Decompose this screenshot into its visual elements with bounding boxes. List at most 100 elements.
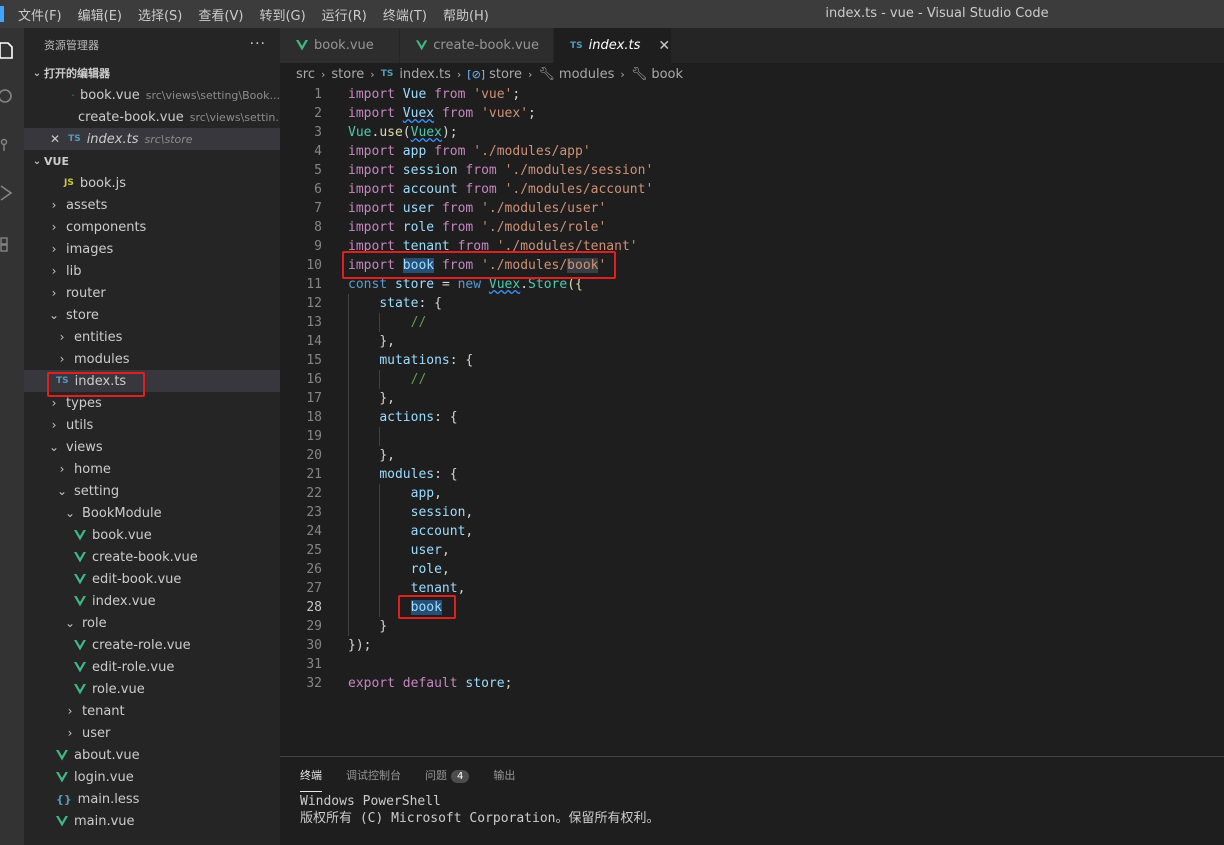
code-token: Store — [528, 277, 568, 292]
code-token: ( — [402, 125, 411, 140]
breadcrumb-item[interactable]: store — [331, 67, 364, 82]
tree-folder-open[interactable]: ⌄ role — [24, 612, 280, 634]
tab-terminal[interactable]: 终端 — [300, 759, 322, 792]
tree-folder[interactable]: › assets — [24, 194, 280, 216]
window-title: index.ts - vue - Visual Studio Code — [825, 6, 1049, 21]
tree-file[interactable]: JS book.js — [24, 172, 280, 194]
tree-file[interactable]: index.vue — [24, 590, 280, 612]
tree-folder[interactable]: › images — [24, 238, 280, 260]
breadcrumb-item[interactable]: store — [489, 67, 522, 82]
code-token: , — [441, 543, 450, 558]
code-line: 6 import account from './modules/account' — [280, 180, 1224, 199]
tab-debug-console[interactable]: 调试控制台 — [346, 759, 401, 791]
workspace-header[interactable]: ⌄ VUE — [24, 150, 280, 172]
tree-file[interactable]: create-book.vue — [24, 546, 280, 568]
chevron-right-icon: › — [51, 220, 57, 234]
tree-label: components — [66, 219, 147, 235]
chevron-right-icon: › — [456, 67, 462, 81]
code-editor[interactable]: 1 import Vue from 'vue'; 2 import Vuex fro… — [280, 85, 1224, 756]
line-number: 25 — [306, 543, 322, 558]
breadcrumb-item[interactable]: src — [296, 67, 315, 82]
explorer-icon[interactable] — [0, 36, 24, 66]
menu-view[interactable]: 查看(V) — [198, 5, 243, 24]
tree-folder[interactable]: › components — [24, 216, 280, 238]
tab-output[interactable]: 输出 — [493, 759, 515, 791]
tree-file[interactable]: login.vue — [24, 766, 280, 788]
tree-folder[interactable]: › modules — [24, 348, 280, 370]
breadcrumb-item[interactable]: book — [651, 67, 683, 82]
run-debug-icon[interactable] — [0, 178, 24, 208]
tree-folder[interactable]: › entities — [24, 326, 280, 348]
tab-book-vue[interactable]: book.vue — [280, 28, 400, 63]
vue-file-icon — [74, 595, 86, 606]
open-editor-item-active[interactable]: ✕ TS index.ts src\store — [24, 128, 280, 150]
tree-file[interactable]: role.vue — [24, 678, 280, 700]
code-token: from — [465, 163, 497, 178]
code-line: 16 // — [280, 370, 1224, 389]
tree-label: create-book.vue — [92, 549, 198, 565]
tree-folder[interactable]: › tenant — [24, 700, 280, 722]
open-editor-item[interactable]: book.vue src\views\setting\Book... — [24, 84, 280, 106]
code-line: 21 modules: { — [280, 465, 1224, 484]
tree-folder[interactable]: › router — [24, 282, 280, 304]
code-line: 26 role, — [280, 560, 1224, 579]
annotation-box-modules — [398, 595, 456, 619]
line-number: 20 — [306, 448, 322, 463]
tree-file[interactable]: book.vue — [24, 524, 280, 546]
tree-file[interactable]: about.vue — [24, 744, 280, 766]
tree-label: about.vue — [74, 747, 140, 763]
tree-folder[interactable]: › home — [24, 458, 280, 480]
code-token: , — [457, 581, 466, 596]
tree-file[interactable]: {} main.less — [24, 788, 280, 810]
tree-folder-open[interactable]: ⌄ setting — [24, 480, 280, 502]
line-number: 21 — [306, 467, 322, 482]
open-editor-item[interactable]: create-book.vue src\views\settin... — [24, 106, 280, 128]
extensions-icon[interactable] — [0, 228, 24, 258]
breadcrumb-item[interactable]: modules — [559, 67, 615, 82]
more-actions-icon[interactable]: ··· — [250, 36, 266, 52]
line-number: 19 — [306, 429, 322, 444]
search-icon[interactable] — [0, 81, 24, 111]
code-token: Vue — [402, 87, 427, 102]
chevron-right-icon: › — [59, 330, 65, 344]
tree-label: views — [66, 439, 103, 455]
menu-run[interactable]: 运行(R) — [322, 5, 367, 24]
tree-folder[interactable]: › user — [24, 722, 280, 744]
open-editor-name: book.vue — [79, 87, 140, 103]
menu-selection[interactable]: 选择(S) — [138, 5, 182, 24]
menu-go[interactable]: 转到(G) — [259, 5, 305, 24]
menu-terminal[interactable]: 终端(T) — [383, 5, 427, 24]
tab-problems[interactable]: 问题 4 — [425, 759, 470, 791]
explorer-sidebar: 资源管理器 ··· ⌄ 打开的编辑器 book.vue src\views\se… — [24, 28, 280, 845]
tree-label: home — [74, 461, 111, 477]
tree-folder-open[interactable]: ⌄ views — [24, 436, 280, 458]
tree-folder-open[interactable]: ⌄ store — [24, 304, 280, 326]
close-icon[interactable]: ✕ — [658, 38, 670, 54]
tree-folder[interactable]: › lib — [24, 260, 280, 282]
tree-label: main.less — [77, 791, 140, 807]
open-editors-header[interactable]: ⌄ 打开的编辑器 — [24, 62, 280, 84]
tree-folder-open[interactable]: ⌄ BookModule — [24, 502, 280, 524]
code-token: user — [410, 543, 442, 558]
code-line: 19 — [280, 427, 1224, 446]
open-editor-path: src\store — [144, 132, 193, 146]
tree-folder[interactable]: › utils — [24, 414, 280, 436]
tree-file[interactable]: main.vue — [24, 810, 280, 832]
source-control-icon[interactable] — [0, 130, 24, 160]
code-token: user — [402, 201, 435, 216]
menu-file[interactable]: 文件(F) — [18, 5, 62, 24]
tree-file[interactable]: create-role.vue — [24, 634, 280, 656]
tab-index-ts[interactable]: TS index.ts ✕ — [554, 28, 672, 63]
tree-file[interactable]: edit-role.vue — [24, 656, 280, 678]
close-icon[interactable]: ✕ — [50, 132, 60, 146]
menu-edit[interactable]: 编辑(E) — [78, 5, 122, 24]
tree-file[interactable]: edit-book.vue — [24, 568, 280, 590]
tab-create-book-vue[interactable]: create-book.vue — [400, 28, 554, 63]
chevron-down-icon: ⌄ — [32, 155, 42, 167]
vue-file-icon — [56, 815, 68, 826]
breadcrumb-item[interactable]: index.ts — [399, 67, 451, 82]
line-number: 11 — [306, 277, 322, 292]
code-token: actions — [379, 410, 435, 425]
menu-help[interactable]: 帮助(H) — [443, 5, 489, 24]
vue-file-icon — [56, 749, 68, 760]
